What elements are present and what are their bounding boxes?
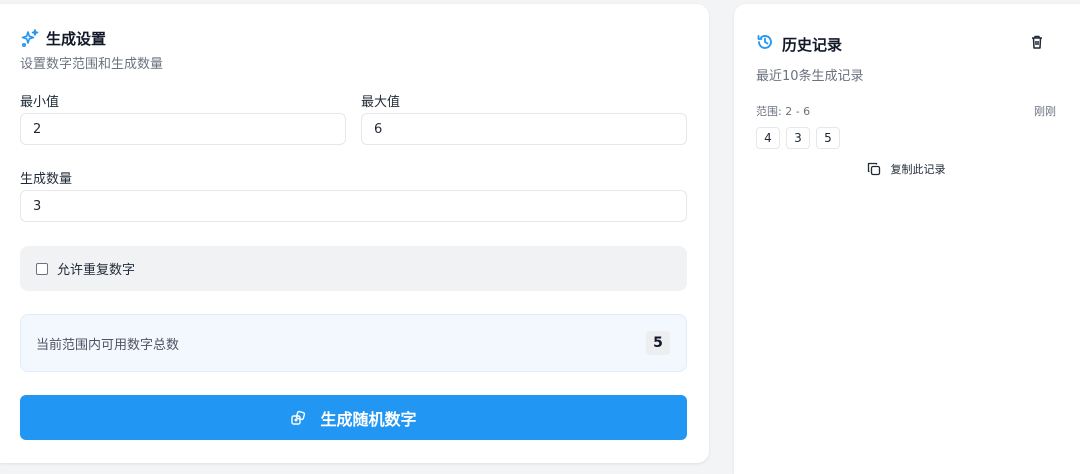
copy-record-label[interactable]: 复制此记录 bbox=[891, 161, 946, 177]
settings-subtitle: 设置数字范围和生成数量 bbox=[20, 57, 164, 72]
min-value-input[interactable] bbox=[20, 113, 346, 145]
record-numbers: 4 3 5 bbox=[756, 127, 1056, 149]
available-count-box: 当前范围内可用数字总数 5 bbox=[20, 314, 687, 372]
settings-card: 生成设置 设置数字范围和生成数量 最小值 最大值 生成数量 允许重复数字 当前范… bbox=[0, 4, 709, 463]
copy-icon bbox=[867, 162, 881, 176]
record-number: 4 bbox=[756, 127, 780, 149]
history-subtitle: 最近10条生成记录 bbox=[756, 69, 864, 84]
history-icon bbox=[756, 33, 774, 51]
history-card: 历史记录 最近10条生成记录 范围: 2 - 6 刚刚 4 3 5 复制此记录 bbox=[734, 4, 1080, 474]
generate-button[interactable]: 生成随机数字 bbox=[20, 395, 687, 440]
count-input[interactable] bbox=[20, 190, 687, 222]
history-title: 历史记录 bbox=[782, 36, 843, 54]
copy-record-button[interactable]: 复制此记录 bbox=[756, 161, 1056, 177]
allow-repeat-row[interactable]: 允许重复数字 bbox=[20, 246, 687, 291]
count-label: 生成数量 bbox=[20, 172, 73, 187]
record-number: 5 bbox=[816, 127, 840, 149]
record-number: 3 bbox=[786, 127, 810, 149]
max-value-label: 最大值 bbox=[361, 95, 401, 110]
sparkles-icon bbox=[20, 28, 40, 48]
trash-icon[interactable] bbox=[1029, 34, 1045, 50]
history-record: 范围: 2 - 6 刚刚 4 3 5 复制此记录 bbox=[756, 103, 1056, 177]
max-value-input[interactable] bbox=[361, 113, 687, 145]
record-time: 刚刚 bbox=[1034, 105, 1056, 118]
available-count-badge: 5 bbox=[646, 331, 670, 355]
available-count-label: 当前范围内可用数字总数 bbox=[36, 337, 180, 353]
settings-title: 生成设置 bbox=[46, 30, 107, 48]
record-range: 范围: 2 - 6 bbox=[756, 105, 811, 118]
generate-button-label[interactable]: 生成随机数字 bbox=[320, 406, 416, 430]
min-value-label: 最小值 bbox=[20, 95, 60, 110]
allow-repeat-checkbox[interactable] bbox=[36, 262, 48, 275]
dice-icon bbox=[290, 410, 306, 426]
allow-repeat-label[interactable]: 允许重复数字 bbox=[57, 259, 135, 278]
